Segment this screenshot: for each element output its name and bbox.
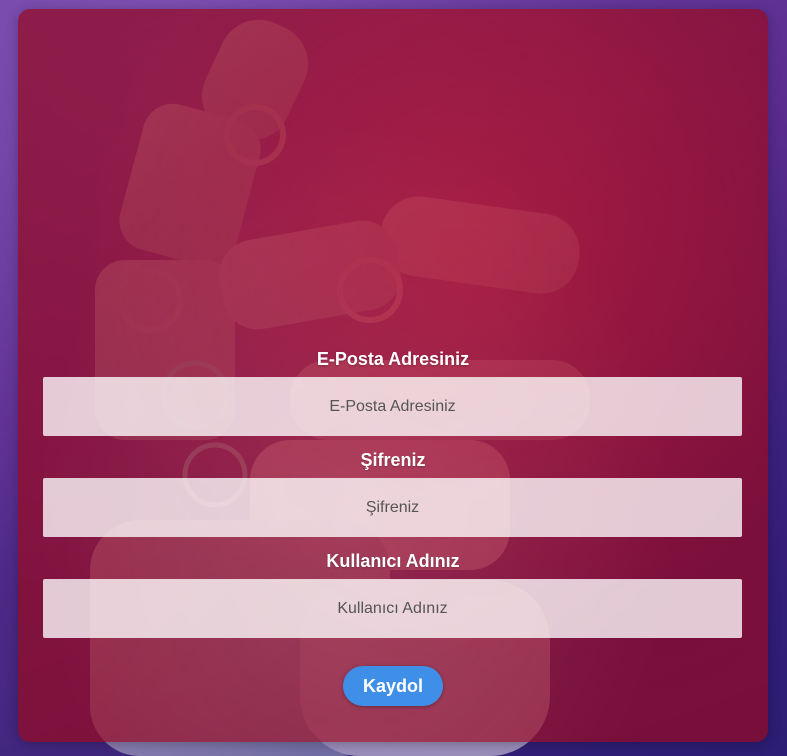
username-label: Kullanıcı Adınız xyxy=(326,551,460,571)
register-button[interactable]: Kaydol xyxy=(343,666,443,706)
password-field[interactable] xyxy=(43,478,742,537)
email-label: E-Posta Adresiniz xyxy=(316,349,470,369)
registration-card: E-Posta Adresiniz Şifreniz Kullanıcı Adı… xyxy=(18,9,768,742)
password-label: Şifreniz xyxy=(360,450,426,470)
submit-row: Kaydol xyxy=(43,666,743,706)
email-field[interactable] xyxy=(43,377,742,436)
registration-form: E-Posta Adresiniz Şifreniz Kullanıcı Adı… xyxy=(43,347,743,706)
username-field[interactable] xyxy=(43,579,742,638)
